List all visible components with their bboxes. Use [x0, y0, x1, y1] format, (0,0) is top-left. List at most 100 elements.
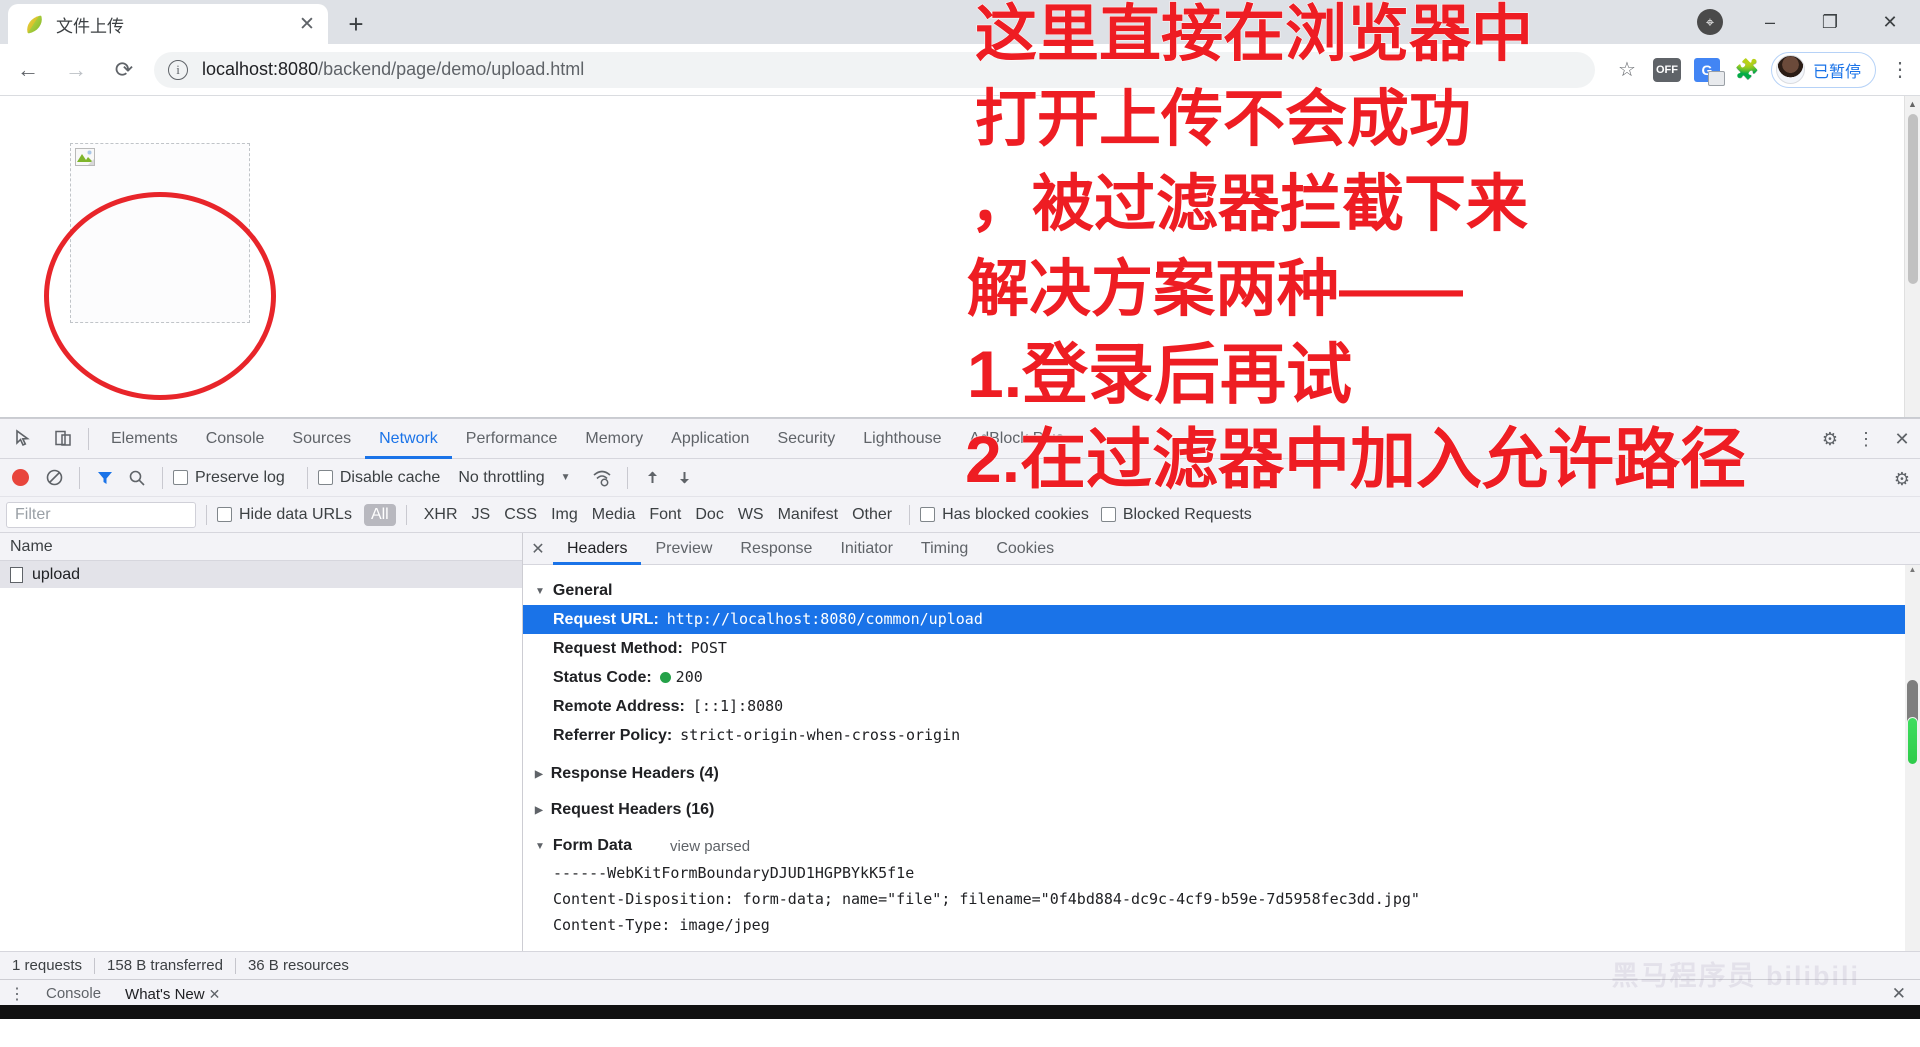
devtools-tab-memory[interactable]: Memory [571, 419, 657, 459]
close-icon[interactable]: ✕ [1892, 984, 1906, 1004]
drawer-tab-whats-new-label: What's New [125, 985, 205, 1003]
detail-tab-response[interactable]: Response [726, 533, 826, 565]
export-har-icon[interactable] [670, 463, 700, 493]
devtools-tab-lighthouse[interactable]: Lighthouse [849, 419, 955, 459]
blocked-requests-checkbox[interactable]: Blocked Requests [1100, 506, 1264, 524]
filter-type-xhr[interactable]: XHR [417, 504, 465, 526]
devtools-tab-console[interactable]: Console [192, 419, 279, 459]
devtools-tab-network[interactable]: Network [365, 419, 452, 459]
close-icon[interactable]: ✕ [294, 11, 320, 37]
filter-type-css[interactable]: CSS [497, 504, 544, 526]
checkbox[interactable] [217, 507, 232, 522]
maximize-button[interactable]: ❐ [1800, 0, 1860, 44]
record-stop-icon[interactable] [12, 469, 29, 486]
detail-tab-cookies[interactable]: Cookies [982, 533, 1068, 565]
devtools-tab-sources[interactable]: Sources [278, 419, 365, 459]
checkbox[interactable] [1100, 507, 1116, 522]
browser-tab[interactable]: 文件上传 ✕ [8, 4, 328, 44]
translate-icon[interactable]: G [1687, 50, 1727, 90]
status-requests: 1 requests [12, 957, 83, 974]
row-request-url[interactable]: Request URL: http://localhost:8080/commo… [523, 605, 1905, 634]
filter-type-manifest[interactable]: Manifest [771, 504, 845, 526]
profile-chip[interactable]: 已暂停 [1770, 51, 1876, 88]
scroll-up-arrow[interactable]: ▲ [1905, 96, 1920, 112]
filter-type-other[interactable]: Other [845, 504, 899, 526]
detail-tab-headers[interactable]: Headers [553, 533, 641, 565]
disable-cache-checkbox[interactable]: Disable cache [317, 469, 453, 487]
three-dot-menu-icon[interactable]: ⋮ [0, 984, 34, 1004]
checkbox[interactable] [173, 470, 188, 485]
watermark: 黑马程序员 bilibili [1611, 961, 1860, 991]
network-conditions-icon[interactable] [587, 463, 617, 493]
checkbox[interactable] [920, 507, 936, 522]
hide-data-urls-checkbox[interactable]: Hide data URLs [217, 506, 364, 524]
filter-type-font[interactable]: Font [642, 504, 688, 526]
checkbox[interactable] [317, 470, 333, 485]
section-response-headers[interactable]: ▶ Response Headers (4) [523, 760, 1905, 788]
filter-type-js[interactable]: JS [465, 504, 498, 526]
location-pin-icon[interactable]: ⌖ [1680, 0, 1740, 44]
filter-type-media[interactable]: Media [585, 504, 643, 526]
back-button[interactable]: ← [8, 50, 48, 90]
inspect-element-icon[interactable] [6, 422, 40, 456]
scroll-thumb[interactable] [1908, 114, 1918, 284]
detail-tab-initiator[interactable]: Initiator [826, 533, 906, 565]
value-remote-address: [::1]:8080 [692, 697, 784, 715]
device-toolbar-icon[interactable] [46, 422, 80, 456]
section-request-headers[interactable]: ▶ Request Headers (16) [523, 796, 1905, 824]
section-form-data[interactable]: ▼ Form Data view parsed [523, 832, 1905, 860]
filter-input[interactable]: Filter [6, 501, 196, 528]
row-request-method[interactable]: Request Method: POST [523, 634, 1905, 663]
scroll-up-arrow[interactable]: ▲ [1905, 565, 1920, 580]
close-icon[interactable]: ✕ [1884, 419, 1920, 459]
row-status-code[interactable]: Status Code: 200 [523, 663, 1905, 692]
reload-button[interactable]: ⟳ [104, 50, 144, 90]
puzzle-icon[interactable]: 🧩 [1727, 50, 1767, 90]
import-har-icon[interactable] [638, 463, 668, 493]
devtools-tab-security[interactable]: Security [763, 419, 849, 459]
request-name: upload [32, 565, 81, 583]
address-bar[interactable]: i localhost:8080/backend/page/demo/uploa… [154, 51, 1595, 88]
three-dot-menu-icon[interactable]: ⋮ [1848, 419, 1884, 459]
forward-button[interactable]: → [56, 50, 96, 90]
filter-type-img[interactable]: Img [544, 504, 585, 526]
filter-type-ws[interactable]: WS [731, 504, 771, 526]
page-scrollbar[interactable]: ▲ [1904, 96, 1920, 417]
info-circle-icon[interactable]: i [168, 59, 188, 80]
section-general[interactable]: ▼ General [523, 577, 1905, 605]
preserve-log-checkbox[interactable]: Preserve log [173, 469, 297, 487]
minimize-button[interactable]: – [1740, 0, 1800, 44]
clear-icon[interactable] [39, 463, 69, 493]
funnel-icon[interactable] [90, 463, 120, 493]
detail-tab-timing[interactable]: Timing [907, 533, 982, 565]
throttling-select[interactable]: No throttling [458, 469, 544, 487]
off-badge-icon[interactable]: OFF [1647, 50, 1687, 90]
detail-scrollbar[interactable]: ▲ [1905, 565, 1920, 951]
scroll-thumb-highlight[interactable] [1907, 717, 1918, 765]
gear-icon[interactable]: ⚙ [1812, 419, 1848, 459]
row-referrer-policy[interactable]: Referrer Policy: strict-origin-when-cros… [523, 721, 1905, 750]
devtools-tab-performance[interactable]: Performance [452, 419, 572, 459]
close-icon[interactable]: ✕ [209, 986, 221, 1002]
has-blocked-cookies-checkbox[interactable]: Has blocked cookies [920, 506, 1101, 524]
filter-type-all[interactable]: All [363, 503, 396, 526]
new-tab-button[interactable]: + [338, 6, 374, 42]
address-host: localhost:8080 [202, 59, 319, 79]
view-parsed-link[interactable]: view parsed [670, 838, 750, 855]
devtools-tab-application[interactable]: Application [657, 419, 763, 459]
drawer-tab-console[interactable]: Console [34, 980, 113, 1008]
three-dot-menu-icon[interactable]: ⋮ [1880, 50, 1920, 90]
devtools-tab-elements[interactable]: Elements [97, 419, 192, 459]
close-window-button[interactable]: ✕ [1860, 0, 1920, 44]
table-row[interactable]: upload [0, 561, 522, 588]
devtools-tab-adblock-plus[interactable]: AdBlock Plus [956, 419, 1078, 459]
detail-tab-preview[interactable]: Preview [641, 533, 726, 565]
row-remote-address[interactable]: Remote Address: [::1]:8080 [523, 692, 1905, 721]
search-icon[interactable] [122, 463, 152, 493]
drawer-tab-whats-new[interactable]: What's New ✕ [113, 980, 232, 1008]
star-icon[interactable]: ☆ [1607, 50, 1647, 90]
gear-icon[interactable]: ⚙ [1884, 459, 1920, 499]
close-icon[interactable]: ✕ [523, 539, 553, 559]
filter-type-doc[interactable]: Doc [688, 504, 730, 526]
chevron-down-icon[interactable]: ▼ [561, 472, 571, 483]
